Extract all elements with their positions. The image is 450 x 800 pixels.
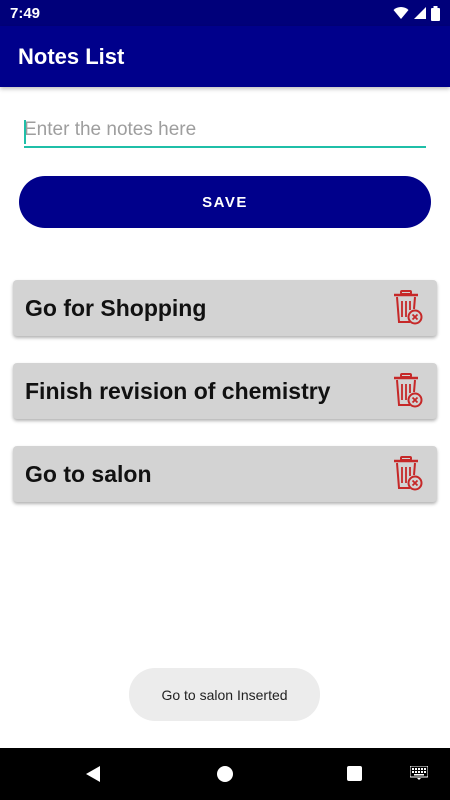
delete-icon[interactable] bbox=[391, 290, 423, 326]
notes-input[interactable] bbox=[24, 114, 426, 148]
status-time: 7:49 bbox=[10, 4, 41, 22]
text-cursor bbox=[24, 120, 26, 144]
back-icon[interactable] bbox=[85, 765, 101, 783]
note-text: Go to salon bbox=[25, 460, 152, 487]
signal-icon bbox=[414, 7, 426, 19]
wifi-icon bbox=[393, 7, 409, 20]
note-item[interactable]: Go to salon bbox=[13, 446, 437, 502]
status-bar: 7:49 bbox=[0, 0, 450, 26]
home-icon[interactable] bbox=[217, 766, 233, 782]
navigation-bar bbox=[0, 748, 450, 800]
note-text: Go for Shopping bbox=[25, 294, 207, 321]
delete-icon[interactable] bbox=[391, 456, 423, 492]
recents-icon[interactable] bbox=[347, 766, 362, 781]
note-item[interactable]: Finish revision of chemistry bbox=[13, 363, 437, 419]
note-item[interactable]: Go for Shopping bbox=[13, 280, 437, 336]
save-button[interactable]: SAVE bbox=[19, 176, 431, 228]
note-list: Go for Shopping Finish revision of chemi… bbox=[13, 280, 437, 529]
delete-icon[interactable] bbox=[391, 373, 423, 409]
page-title: Notes List bbox=[18, 43, 125, 69]
battery-icon bbox=[431, 5, 440, 21]
toast-message: Go to salon Inserted bbox=[129, 668, 320, 721]
app-bar: Notes List bbox=[0, 26, 450, 87]
note-text: Finish revision of chemistry bbox=[25, 377, 331, 404]
status-icons bbox=[393, 5, 440, 21]
keyboard-icon[interactable] bbox=[410, 766, 428, 780]
